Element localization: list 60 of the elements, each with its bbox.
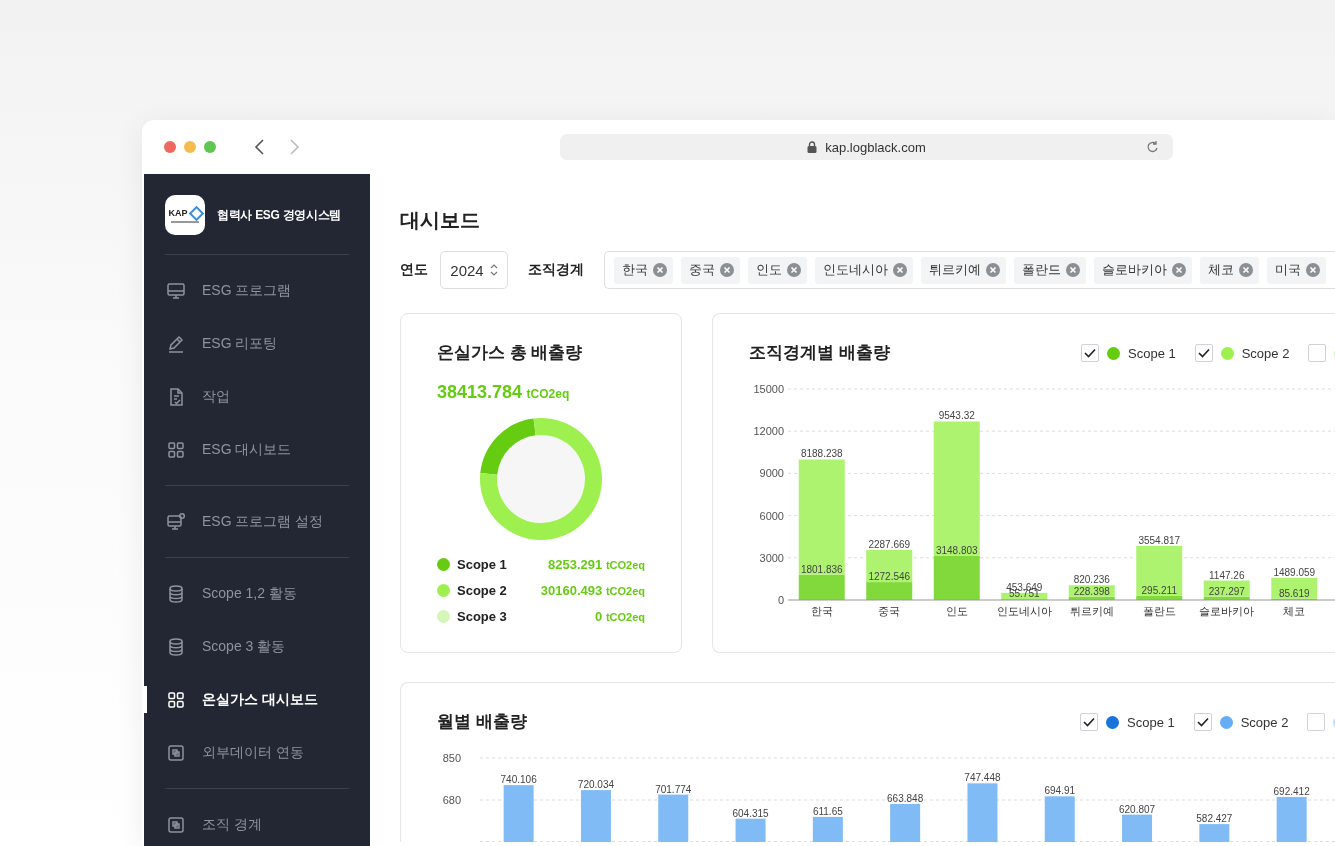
axis-label: 850 bbox=[442, 752, 461, 764]
data-label: 820.236 bbox=[1073, 574, 1110, 586]
data-label: 694.91 bbox=[1044, 785, 1076, 797]
axis-label: 폴란드 bbox=[1142, 605, 1176, 617]
legend-label: Scope 1 bbox=[457, 556, 508, 572]
data-label: 1801.836 bbox=[800, 563, 843, 575]
legend-value: 0 tCO2eq bbox=[595, 608, 645, 624]
axis-label: 인도네시아 bbox=[996, 605, 1052, 617]
legend-value: 8253.291 tCO2eq bbox=[548, 556, 645, 572]
data-label: 720.034 bbox=[577, 779, 615, 791]
data-label: 582.427 bbox=[1196, 813, 1233, 825]
data-label: 8188.238 bbox=[800, 448, 843, 460]
axis-label: 튀르키예 bbox=[1069, 605, 1114, 617]
axis-label: 680 bbox=[442, 794, 461, 806]
data-label: 604.315 bbox=[732, 807, 769, 819]
card-title: 온실가스 총 배출량 bbox=[437, 342, 584, 364]
axis-label: 인도 bbox=[945, 605, 968, 617]
data-label: 3148.803 bbox=[935, 544, 978, 556]
field-label: 조직경계 bbox=[528, 261, 584, 279]
legend-label: Scope 2 bbox=[457, 582, 508, 598]
data-label: 2287.669 bbox=[868, 538, 911, 550]
data-label: 663.848 bbox=[887, 793, 924, 804]
legend-label: Scope 2 bbox=[1241, 345, 1290, 361]
axis-label: 한국 bbox=[810, 605, 833, 617]
data-label: 1489.059 bbox=[1273, 566, 1316, 578]
card-title: 월별 배출량 bbox=[437, 711, 528, 733]
axis-label: 3000 bbox=[759, 551, 784, 564]
legend-label: Scope 1 bbox=[1127, 714, 1175, 730]
data-label: 611.65 bbox=[812, 805, 843, 817]
data-label: 9543.32 bbox=[938, 410, 975, 422]
axis-label: 슬로바키아 bbox=[1199, 605, 1255, 617]
data-label: 747.448 bbox=[964, 772, 1001, 784]
data-label: 692.412 bbox=[1273, 785, 1310, 797]
axis-label: 체코 bbox=[1283, 605, 1306, 617]
data-label: 237.297 bbox=[1208, 585, 1245, 597]
data-label: 1147.26 bbox=[1209, 569, 1245, 581]
data-label: 740.106 bbox=[500, 774, 537, 786]
data-label: 228.398 bbox=[1073, 585, 1110, 597]
data-label: 85.619 bbox=[1278, 587, 1310, 599]
axis-label: 6000 bbox=[759, 509, 784, 522]
logo: KAP bbox=[165, 195, 205, 235]
card-title: 조직경계별 배출량 bbox=[749, 342, 891, 364]
data-label: 701.774 bbox=[655, 783, 692, 795]
legend-label: Scope 1 bbox=[1128, 345, 1176, 361]
axis-label: 15000 bbox=[753, 383, 784, 395]
legend-label: Scope 3 bbox=[457, 608, 508, 624]
axis-label: 중국 bbox=[878, 605, 901, 617]
axis-label: 12000 bbox=[753, 425, 784, 438]
legend-label: Scope 2 bbox=[1240, 714, 1289, 730]
data-label: 3554.817 bbox=[1138, 534, 1181, 546]
app-title: 협력사 ESG 경영시스템 bbox=[217, 206, 342, 224]
axis-label: 0 bbox=[777, 594, 784, 606]
field-label: 연도 bbox=[400, 261, 428, 279]
axis-label: 9000 bbox=[759, 467, 784, 480]
page-title: 대시보드 bbox=[400, 208, 481, 233]
data-label: 295.211 bbox=[1141, 584, 1177, 596]
legend-value: 30160.493 tCO2eq bbox=[540, 582, 645, 598]
total-value: 38413.784 tCO2eq bbox=[437, 382, 571, 403]
data-label: 620.807 bbox=[1118, 803, 1156, 815]
data-label: 1272.546 bbox=[868, 571, 911, 583]
